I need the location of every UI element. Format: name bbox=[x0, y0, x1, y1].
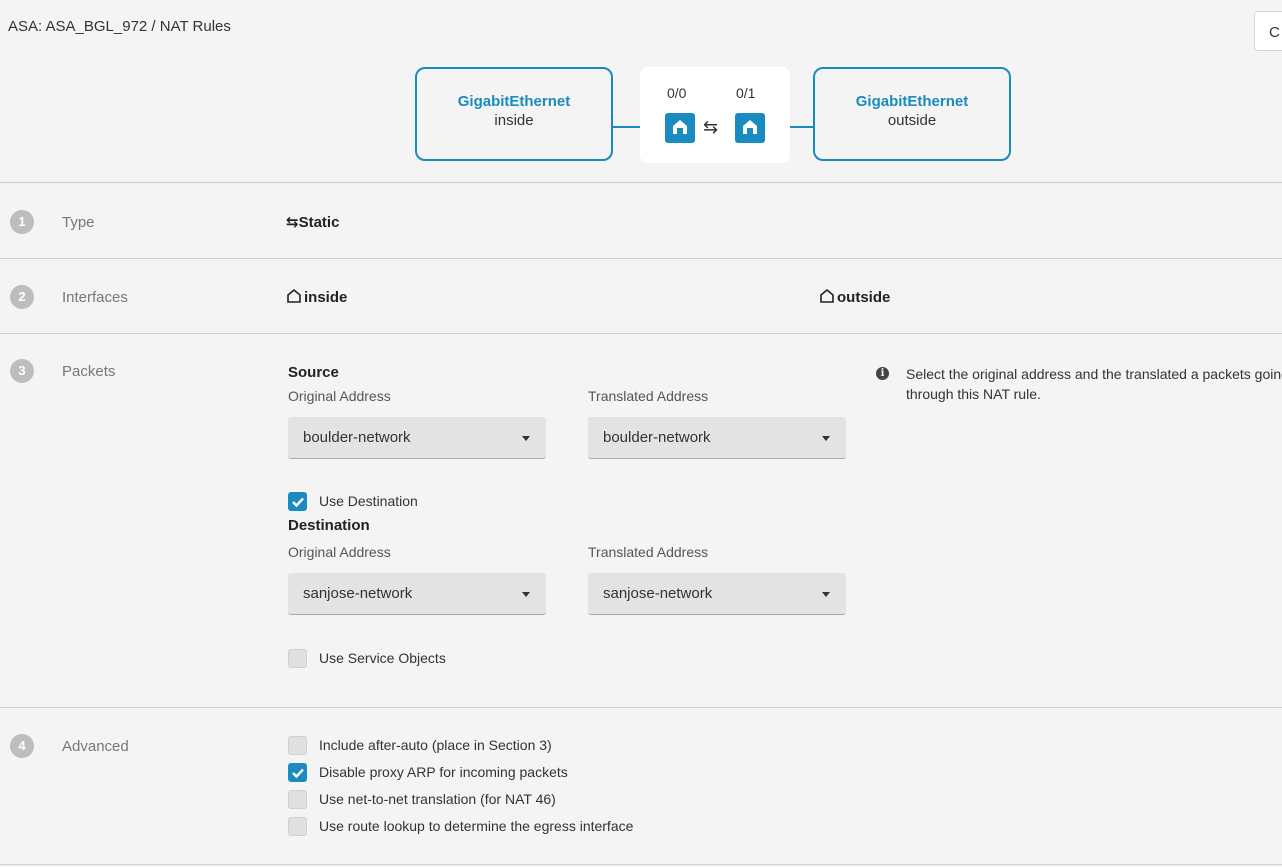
ethernet-port-icon bbox=[665, 113, 695, 143]
use-service-objects-label: Use Service Objects bbox=[319, 650, 446, 666]
step-badge: 1 bbox=[10, 210, 34, 234]
checkbox-unchecked-icon[interactable] bbox=[288, 817, 307, 836]
source-translated-label: Translated Address bbox=[588, 388, 709, 404]
corner-button[interactable]: C bbox=[1254, 11, 1282, 51]
type-value: ⇆Static bbox=[286, 213, 339, 231]
checkbox-checked-icon[interactable] bbox=[288, 492, 307, 511]
advanced-label: Advanced bbox=[62, 738, 129, 755]
step-badge: 2 bbox=[10, 285, 34, 309]
step-badge: 4 bbox=[10, 734, 34, 758]
source-translated-select[interactable]: boulder-network bbox=[588, 417, 846, 459]
advanced-section: 4 Advanced Include after-auto (place in … bbox=[0, 709, 1282, 865]
source-original-select[interactable]: boulder-network bbox=[288, 417, 546, 459]
destination-interface-text: outside bbox=[837, 289, 891, 306]
caret-down-icon bbox=[522, 592, 530, 597]
outside-interface-card[interactable]: GigabitEthernet outside bbox=[813, 67, 1011, 161]
caret-down-icon bbox=[522, 436, 530, 441]
option-label: Include after-auto (place in Section 3) bbox=[319, 737, 552, 753]
interfaces-label: Interfaces bbox=[62, 289, 128, 306]
right-port-label: 0/1 bbox=[736, 85, 756, 101]
left-port-label: 0/0 bbox=[667, 85, 687, 101]
dest-original-value: sanjose-network bbox=[303, 585, 413, 602]
inside-interface-zone: inside bbox=[494, 112, 534, 129]
destination-interface-value: outside bbox=[819, 288, 890, 306]
caret-down-icon bbox=[822, 592, 830, 597]
type-section[interactable]: 1 Type ⇆Static bbox=[0, 184, 1282, 259]
caret-down-icon bbox=[822, 436, 830, 441]
inside-interface-card[interactable]: GigabitEthernet inside bbox=[415, 67, 613, 161]
destination-heading: Destination bbox=[288, 517, 370, 534]
dest-translated-value: sanjose-network bbox=[603, 585, 713, 602]
step-badge: 3 bbox=[10, 359, 34, 383]
dest-translated-label: Translated Address bbox=[588, 544, 709, 560]
house-outline-icon bbox=[287, 288, 301, 303]
option-label: Use net-to-net translation (for NAT 46) bbox=[319, 791, 556, 807]
checkbox-unchecked-icon[interactable] bbox=[288, 649, 307, 668]
use-destination-label: Use Destination bbox=[319, 493, 418, 509]
checkbox-checked-icon[interactable] bbox=[288, 763, 307, 782]
nat-rule-header: ASA: ASA_BGL_972 / NAT Rules C GigabitEt… bbox=[0, 0, 1282, 183]
source-heading: Source bbox=[288, 364, 339, 381]
info-circle-icon: i bbox=[876, 367, 889, 380]
port-panel: 0/0 0/1 ⇆ bbox=[640, 67, 790, 163]
type-label: Type bbox=[62, 214, 95, 231]
packets-label: Packets bbox=[62, 363, 116, 380]
outside-interface-name: GigabitEthernet bbox=[855, 93, 969, 110]
type-value-text: Static bbox=[298, 214, 340, 231]
source-original-value: boulder-network bbox=[303, 429, 411, 446]
source-interface-text: inside bbox=[304, 289, 348, 306]
swap-arrows-icon: ⇆ bbox=[703, 117, 719, 137]
source-translated-value: boulder-network bbox=[603, 429, 711, 446]
option-label: Disable proxy ARP for incoming packets bbox=[319, 764, 568, 780]
packets-info-text: Select the original address and the tran… bbox=[906, 366, 1282, 402]
interfaces-section[interactable]: 2 Interfaces inside outside bbox=[0, 260, 1282, 334]
house-outline-icon bbox=[820, 288, 834, 303]
checkbox-unchecked-icon[interactable] bbox=[288, 790, 307, 809]
source-interface-value: inside bbox=[286, 288, 347, 306]
ethernet-port-icon bbox=[735, 113, 765, 143]
dest-translated-select[interactable]: sanjose-network bbox=[588, 573, 846, 615]
swap-arrows-icon: ⇆ bbox=[286, 214, 299, 231]
dest-original-label: Original Address bbox=[288, 544, 391, 560]
checkbox-unchecked-icon[interactable] bbox=[288, 736, 307, 755]
source-original-label: Original Address bbox=[288, 388, 391, 404]
breadcrumb[interactable]: ASA: ASA_BGL_972 / NAT Rules bbox=[8, 18, 231, 35]
inside-interface-name: GigabitEthernet bbox=[457, 93, 571, 110]
option-label: Use route lookup to determine the egress… bbox=[319, 818, 634, 834]
outside-interface-zone: outside bbox=[887, 112, 937, 129]
dest-original-select[interactable]: sanjose-network bbox=[288, 573, 546, 615]
